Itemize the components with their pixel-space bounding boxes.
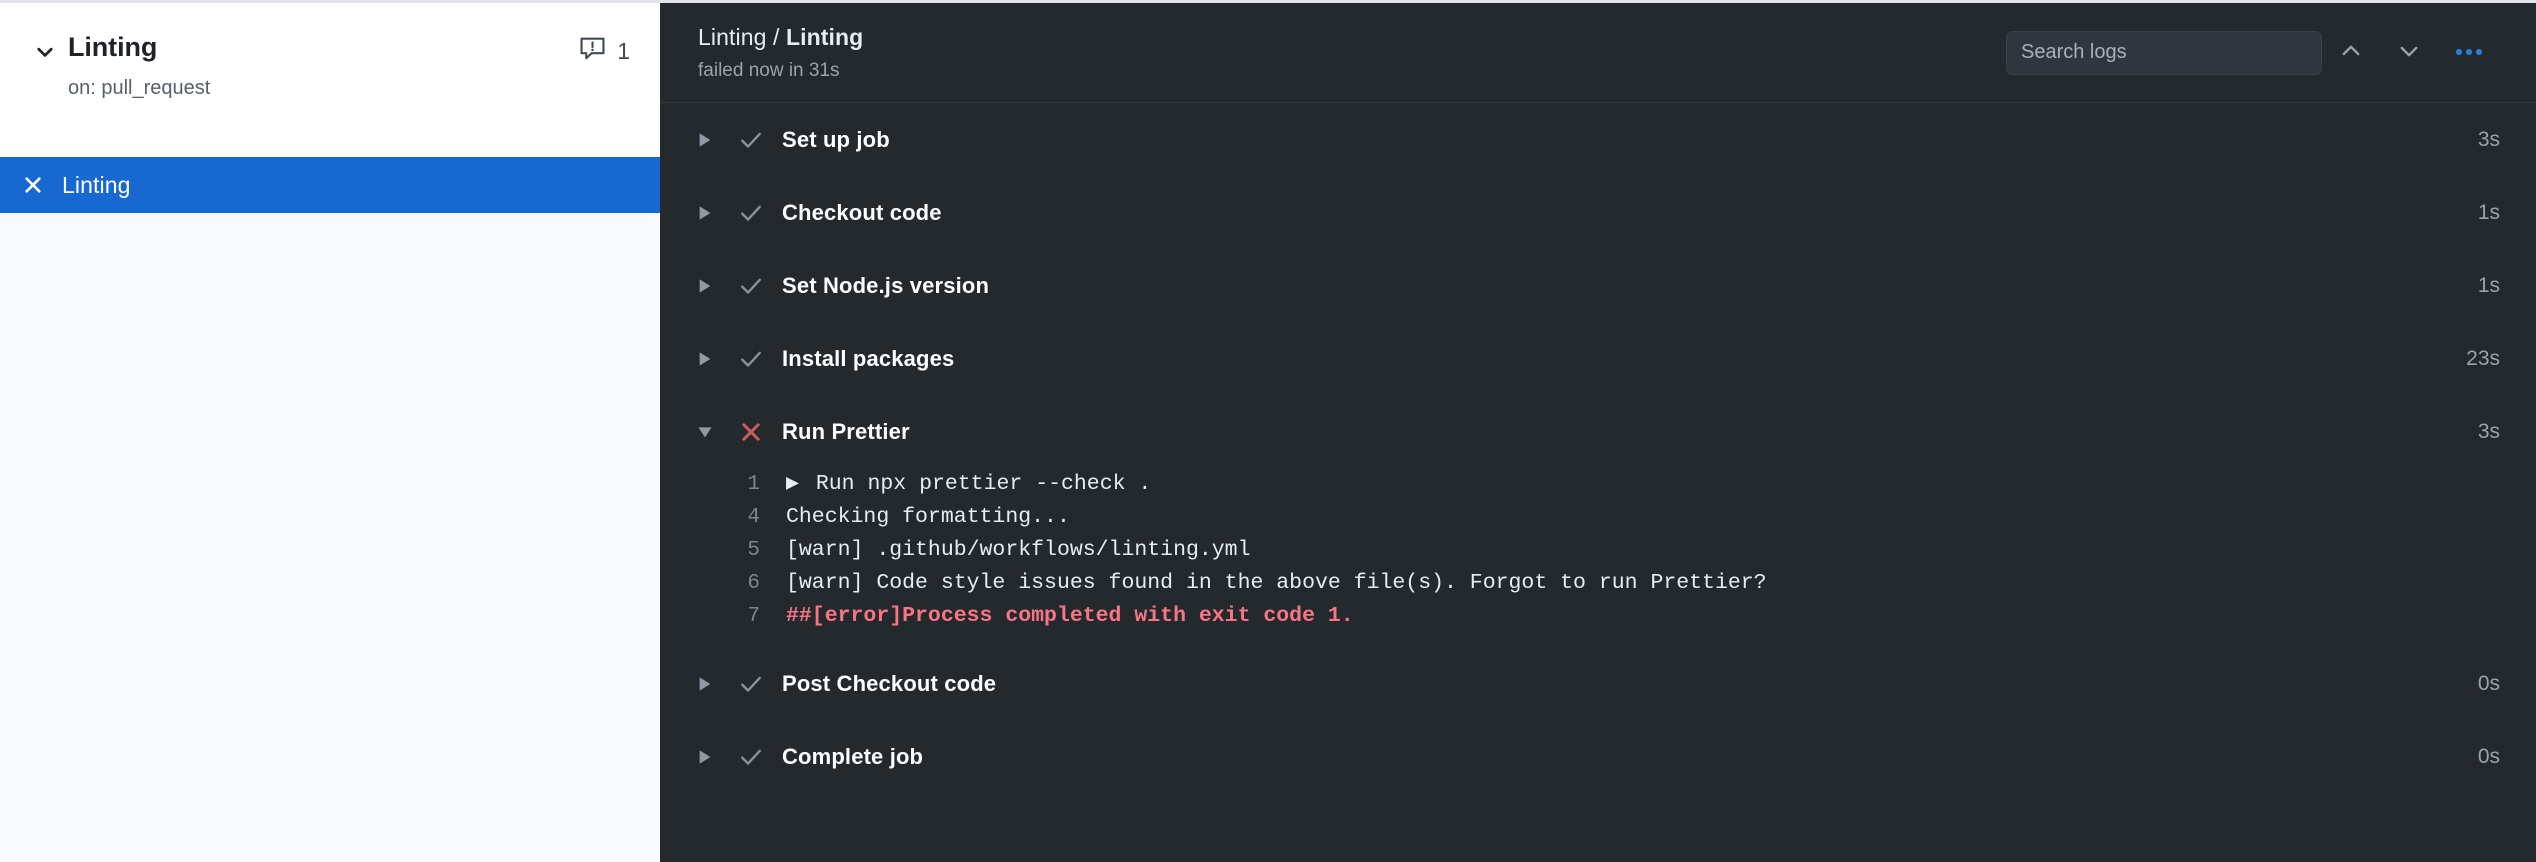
step-row[interactable]: Install packages 23s (660, 322, 2536, 395)
search-next-button[interactable] (2380, 31, 2438, 75)
check-icon (728, 671, 774, 697)
step-duration: 1s (2477, 273, 2500, 297)
log-panel-header: Linting / Linting failed now in 31s (660, 3, 2536, 103)
step-row[interactable]: Checkout code 1s (660, 176, 2536, 249)
workflow-title: Linting (68, 32, 158, 62)
log-line-text: ▶ Run npx prettier --check . (786, 468, 2536, 501)
step-label: Run Prettier (782, 418, 910, 444)
alert-comment-icon (579, 35, 606, 67)
step-log-output: 1 ▶ Run npx prettier --check . 4 Checkin… (660, 468, 2536, 647)
page-title-separator: / (766, 23, 786, 50)
log-line-content: Run npx prettier --check . (815, 472, 1152, 496)
log-line-text: Checking formatting... (786, 505, 1070, 529)
log-line-number[interactable]: 6 (660, 567, 786, 600)
step-row[interactable]: Post Checkout code 0s (660, 647, 2536, 720)
log-line: 4 Checking formatting... (660, 501, 2536, 534)
x-icon (728, 419, 774, 445)
check-icon (728, 273, 774, 299)
check-icon (728, 346, 774, 372)
log-panel: Linting / Linting failed now in 31s Sear… (660, 3, 2536, 862)
triangle-right-icon[interactable] (682, 749, 728, 765)
triangle-right-icon[interactable] (682, 205, 728, 221)
search-input[interactable] (2006, 30, 2322, 75)
sidebar-item-job-linting[interactable]: Linting (0, 157, 660, 213)
chevron-down-icon (2397, 39, 2421, 66)
x-icon (22, 174, 44, 196)
step-duration: 3s (2477, 419, 2500, 443)
triangle-right-icon[interactable] (682, 278, 728, 294)
kebab-horizontal-icon (2455, 45, 2483, 60)
log-line: 6 [warn] Code style issues found in the … (660, 567, 2536, 600)
log-line-text: [warn] Code style issues found in the ab… (786, 571, 1767, 595)
step-duration: 0s (2477, 671, 2500, 695)
annotation-count: 1 (617, 37, 630, 64)
step-row[interactable]: Set up job 3s (660, 103, 2536, 176)
step-label: Checkout code (782, 199, 942, 225)
workflow-summary-header: Linting on: pull_request 1 (0, 3, 660, 157)
triangle-right-icon[interactable] (682, 351, 728, 367)
step-duration: 3s (2477, 127, 2500, 151)
log-line-error: 7 ##[error]Process completed with exit c… (660, 600, 2536, 633)
step-label: Complete job (782, 743, 924, 769)
log-line: 5 [warn] .github/workflows/linting.yml (660, 534, 2536, 567)
check-icon (728, 200, 774, 226)
step-label: Set up job (782, 126, 890, 152)
sidebar-empty-space (0, 213, 660, 862)
step-label: Install packages (782, 345, 955, 371)
page-title: Linting / Linting (698, 23, 2006, 52)
step-label: Post Checkout code (782, 670, 997, 696)
step-duration: 23s (2466, 346, 2500, 370)
workflow-trigger: on: pull_request (68, 76, 211, 99)
log-line-number[interactable]: 5 (660, 534, 786, 567)
step-row[interactable]: Complete job 0s (660, 720, 2536, 793)
annotations-indicator[interactable]: 1 (579, 35, 630, 67)
step-label: Set Node.js version (782, 272, 990, 298)
search-logs-wrapper (2006, 30, 2322, 75)
log-line-number[interactable]: 1 (660, 468, 786, 501)
workflow-run-viewer: Linting on: pull_request 1 Linting Linti… (0, 0, 2536, 862)
log-line-text: [warn] .github/workflows/linting.yml (786, 538, 1251, 562)
log-line-number[interactable]: 4 (660, 501, 786, 534)
triangle-down-icon[interactable] (682, 424, 728, 440)
chevron-up-icon (2339, 39, 2363, 66)
step-duration: 0s (2477, 744, 2500, 768)
sidebar-item-label: Linting (62, 171, 131, 198)
log-header-actions (2006, 30, 2500, 75)
jobs-sidebar: Linting on: pull_request 1 Linting (0, 3, 660, 862)
log-line: 1 ▶ Run npx prettier --check . (660, 468, 2536, 501)
step-row-run-prettier[interactable]: Run Prettier 3s (660, 395, 2536, 468)
page-title-prefix: Linting (698, 23, 767, 50)
page-title-name: Linting (785, 23, 864, 50)
check-icon (728, 127, 774, 153)
triangle-right-icon[interactable] (682, 132, 728, 148)
steps-list: Set up job 3s Checkout code 1s Set Node.… (660, 103, 2536, 862)
triangle-right-icon[interactable]: ▶ (786, 468, 812, 501)
log-line-number[interactable]: 7 (660, 600, 786, 633)
job-status-line: failed now in 31s (698, 59, 840, 81)
log-line-text: ##[error]Process completed with exit cod… (786, 604, 1354, 628)
triangle-right-icon[interactable] (682, 676, 728, 692)
log-header-text: Linting / Linting failed now in 31s (698, 23, 2006, 83)
search-prev-button[interactable] (2322, 31, 2380, 75)
step-row[interactable]: Set Node.js version 1s (660, 249, 2536, 322)
check-icon (728, 744, 774, 770)
chevron-down-icon[interactable] (30, 37, 60, 67)
log-options-button[interactable] (2438, 31, 2500, 75)
step-duration: 1s (2477, 200, 2500, 224)
workflow-text-column: Linting on: pull_request (68, 31, 628, 101)
